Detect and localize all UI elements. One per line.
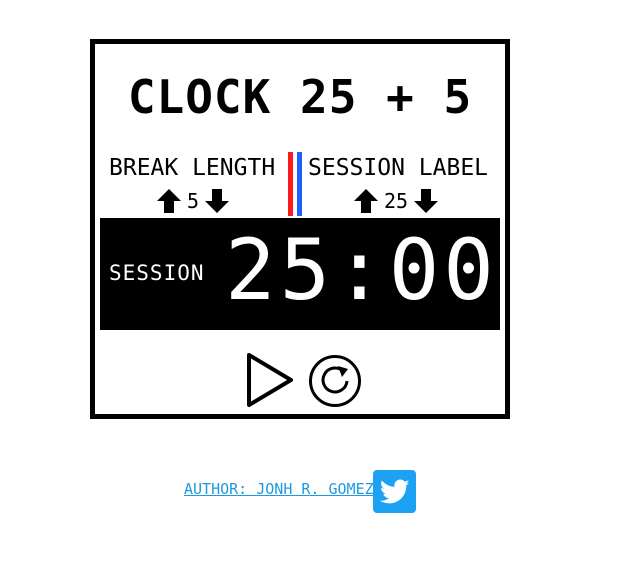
timer-label: SESSION bbox=[109, 261, 205, 285]
arrow-up-icon bbox=[157, 189, 181, 213]
twitter-button[interactable] bbox=[373, 470, 416, 513]
divider-blue bbox=[297, 152, 302, 216]
session-increment-button[interactable] bbox=[353, 187, 379, 215]
app-title: CLOCK 25 + 5 bbox=[127, 70, 473, 124]
play-icon bbox=[247, 353, 293, 407]
divider-red bbox=[288, 152, 293, 216]
arrow-down-icon bbox=[414, 189, 439, 213]
break-increment-button[interactable] bbox=[156, 187, 182, 215]
session-controls: 25 bbox=[353, 186, 439, 216]
session-length-value: 25 bbox=[384, 189, 409, 213]
time-left: 25:00 bbox=[225, 221, 498, 319]
page: CLOCK 25 + 5 BREAK LENGTH SESSION LABEL … bbox=[0, 0, 643, 567]
arrow-up-icon bbox=[354, 189, 378, 213]
break-controls: 5 bbox=[156, 186, 230, 216]
refresh-icon bbox=[309, 355, 361, 407]
session-decrement-button[interactable] bbox=[413, 187, 439, 215]
clock-container: CLOCK 25 + 5 BREAK LENGTH SESSION LABEL … bbox=[90, 39, 510, 419]
break-decrement-button[interactable] bbox=[204, 187, 230, 215]
break-length-value: 5 bbox=[187, 189, 200, 213]
session-length-label: SESSION LABEL bbox=[308, 155, 489, 181]
break-length-label: BREAK LENGTH bbox=[109, 155, 276, 181]
reset-button[interactable] bbox=[308, 354, 362, 408]
author-link[interactable]: AUTHOR: JONH R. GOMEZ bbox=[184, 482, 374, 497]
start-stop-button[interactable] bbox=[245, 352, 295, 408]
arrow-down-icon bbox=[205, 189, 230, 213]
timer-display: SESSION 25:00 bbox=[100, 218, 500, 330]
twitter-icon bbox=[379, 479, 409, 503]
